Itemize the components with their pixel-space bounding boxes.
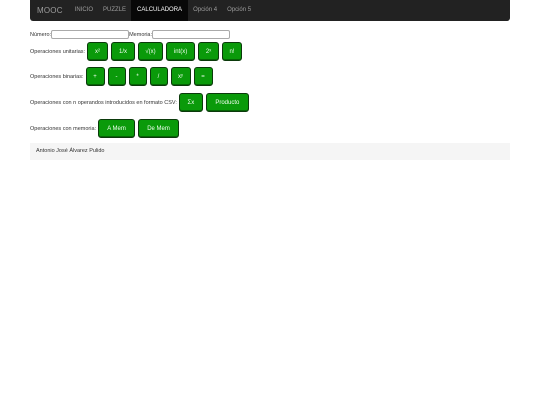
power-of-two-button[interactable]: 2ˣ [198,42,220,61]
memory-operations-row: Operaciones con memoria: A Mem De Mem [30,119,180,138]
numero-input[interactable] [51,30,130,39]
footer: Antonio José Álvarez Pulido [30,143,510,160]
nav-item-calculadora[interactable]: CALCULADORA [131,0,189,21]
divide-button[interactable]: / [149,67,168,86]
sum-button[interactable]: Σx [178,93,203,112]
int-button[interactable]: int(x) [166,42,196,61]
nav-item-inicio[interactable]: INICIO [70,0,98,21]
memoria-label: Memoria: [129,31,153,38]
csv-operations-label: Operaciones con n operandos introducidos… [30,99,177,106]
nav-item-opcion-4[interactable]: Opción 4 [188,0,222,21]
from-memory-button[interactable]: De Mem [138,119,180,138]
equals-button[interactable]: = [193,67,213,86]
nav-item-opcion-5[interactable]: Opción 5 [222,0,256,21]
binary-operations-row: Operaciones binarias: + - * / xʸ = [30,67,213,86]
reciprocal-button[interactable]: 1/x [111,42,136,61]
unary-operations-row: Operaciones unitarias: x² 1/x √(x) int(x… [30,42,243,61]
numero-label: Número: [30,31,52,38]
memory-operations-label: Operaciones con memoria: [30,125,97,132]
binary-operations-label: Operaciones binarias: [30,73,84,80]
csv-operations-row: Operaciones con n operandos introducidos… [30,93,249,112]
nav-item-puzzle[interactable]: PUZZLE [98,0,131,21]
multiply-button[interactable]: * [128,67,147,86]
memoria-input[interactable] [152,30,231,39]
sqrt-button[interactable]: √(x) [138,42,164,61]
to-memory-button[interactable]: A Mem [98,119,136,138]
inputs-row: Número: Memoria: [30,30,231,39]
square-button[interactable]: x² [87,42,109,61]
product-button[interactable]: Producto [205,93,249,112]
unary-operations-label: Operaciones unitarias: [30,48,86,55]
factorial-button[interactable]: n! [222,42,243,61]
subtract-button[interactable]: - [107,67,126,86]
power-button[interactable]: xʸ [170,67,191,86]
add-button[interactable]: + [85,67,105,86]
footer-author: Antonio José Álvarez Pulido [36,148,105,154]
top-navbar: MOOC INICIO PUZZLE CALCULADORA Opción 4 … [30,0,510,21]
navbar-brand[interactable]: MOOC [30,6,70,15]
